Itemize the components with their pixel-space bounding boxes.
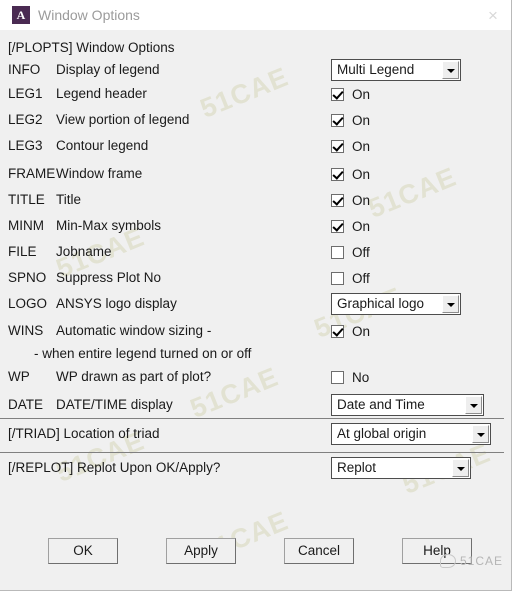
close-icon[interactable]: ×: [482, 5, 504, 26]
row-text-wins: Automatic window sizing -: [56, 323, 212, 338]
combobox-value-triad: At global origin: [337, 426, 427, 441]
row-label-spno: SPNO Suppress Plot No: [8, 270, 161, 285]
row-text-wp: WP drawn as part of plot?: [56, 369, 212, 384]
cancel-button[interactable]: Cancel: [284, 538, 354, 564]
row-code-date: DATE: [8, 397, 44, 412]
checkbox-label-frame: On: [352, 167, 371, 182]
checkbox-frame[interactable]: [331, 168, 344, 181]
combobox-date[interactable]: Date and Time: [331, 394, 484, 416]
row-label-leg3: LEG3 Contour legend: [8, 138, 148, 153]
checkbox-label-minm: On: [352, 219, 371, 234]
row-label-date: DATE DATE/TIME display: [8, 397, 173, 412]
row-code-frame: FRAME: [8, 166, 56, 181]
checkbox-label-leg1: On: [352, 87, 371, 102]
dialog-body: [/PLOPTS] Window Options INFO Display of l…: [0, 30, 511, 590]
checkbox-wp[interactable]: [331, 371, 344, 384]
checkbox-label-leg3: On: [352, 139, 371, 154]
checkbox-title[interactable]: [331, 194, 344, 207]
chevron-down-icon[interactable]: [472, 425, 489, 443]
checkbox-wins[interactable]: [331, 325, 344, 338]
checkbox-leg2[interactable]: [331, 114, 344, 127]
combobox-replot[interactable]: Replot: [331, 457, 471, 479]
combobox-triad[interactable]: At global origin: [331, 423, 491, 445]
row-label-file: FILE Jobname: [8, 244, 112, 259]
brand-label: 51CAE: [459, 553, 503, 568]
checkbox-spno[interactable]: [331, 272, 344, 285]
row-text-date: DATE/TIME display: [56, 397, 173, 412]
row-code-minm: MINM: [8, 218, 44, 233]
checkbox-leg1[interactable]: [331, 88, 344, 101]
plopts-section-heading: [/PLOPTS] Window Options: [8, 40, 175, 55]
row-label-frame: FRAMEWindow frame: [8, 166, 142, 181]
row-code-file: FILE: [8, 244, 37, 259]
row-label-logo: LOGO ANSYS logo display: [8, 296, 177, 311]
checkbox-label-title: On: [352, 193, 371, 208]
row-label-leg2: LEG2 View portion of legend: [8, 112, 189, 127]
combobox-value-logo: Graphical logo: [337, 296, 425, 311]
row-text-leg1: Legend header: [56, 86, 147, 101]
row-label-title: TITLE Title: [8, 192, 81, 207]
row-code-info: INFO: [8, 62, 41, 77]
row-label-wins: WINS Automatic window sizing -: [8, 323, 211, 338]
checkbox-label-wins: On: [352, 324, 371, 339]
checkbox-label-leg2: On: [352, 113, 371, 128]
chevron-down-icon[interactable]: [442, 295, 459, 313]
triad-section-heading: [/TRIAD] Location of triad: [8, 426, 160, 441]
combobox-logo[interactable]: Graphical logo: [331, 293, 461, 315]
row-text-logo: ANSYS logo display: [56, 296, 177, 311]
checkbox-label-spno: Off: [352, 271, 370, 286]
combobox-value-replot: Replot: [337, 460, 377, 475]
wins-note: - when entire legend turned on or off: [34, 346, 252, 361]
checkbox-label-file: Off: [352, 245, 370, 260]
ansys-logo-icon: A: [12, 6, 30, 24]
row-code-leg1: LEG1: [8, 86, 43, 101]
brand-watermark: 51CAE: [439, 552, 503, 568]
checkbox-leg3[interactable]: [331, 140, 344, 153]
row-code-wp: WP: [8, 369, 30, 384]
checkbox-minm[interactable]: [331, 220, 344, 233]
row-text-title: Title: [56, 192, 82, 207]
row-text-frame: Window frame: [56, 166, 143, 181]
ok-button[interactable]: OK: [48, 538, 118, 564]
chevron-down-icon[interactable]: [442, 61, 459, 79]
chevron-down-icon[interactable]: [452, 459, 469, 477]
row-code-leg3: LEG3: [8, 138, 43, 153]
window-title: Window Options: [38, 7, 140, 23]
checkbox-label-wp: No: [352, 370, 370, 385]
row-code-wins: WINS: [8, 323, 44, 338]
chevron-down-icon[interactable]: [465, 396, 482, 414]
section-separator-2: [0, 452, 504, 453]
section-separator-1: [0, 418, 504, 419]
row-text-leg2: View portion of legend: [56, 112, 190, 127]
row-label-wp: WP WP drawn as part of plot?: [8, 369, 211, 384]
apply-button[interactable]: Apply: [166, 538, 236, 564]
combobox-value-date: Date and Time: [337, 397, 425, 412]
combobox-info[interactable]: Multi Legend: [331, 59, 461, 81]
title-bar: A Window Options ×: [0, 0, 511, 30]
row-text-spno: Suppress Plot No: [56, 270, 162, 285]
row-text-leg3: Contour legend: [56, 138, 149, 153]
row-code-logo: LOGO: [8, 296, 48, 311]
row-code-leg2: LEG2: [8, 112, 43, 127]
row-text-minm: Min-Max symbols: [56, 218, 162, 233]
wechat-icon: [439, 553, 456, 568]
checkbox-file[interactable]: [331, 246, 344, 259]
replot-section-heading: [/REPLOT] Replot Upon OK/Apply?: [8, 460, 221, 475]
row-label-minm: MINM Min-Max symbols: [8, 218, 161, 233]
window-options-dialog: 51CAE51CAE51CAE51CAE51CAE51CAE51CAE51CAE…: [0, 0, 512, 591]
row-text-file: Jobname: [56, 244, 112, 259]
row-code-title: TITLE: [8, 192, 45, 207]
combobox-value-info: Multi Legend: [337, 62, 415, 77]
row-code-spno: SPNO: [8, 270, 47, 285]
row-text-info: Display of legend: [56, 62, 160, 77]
row-label-leg1: LEG1 Legend header: [8, 86, 147, 101]
row-label-info: INFO Display of legend: [8, 62, 160, 77]
